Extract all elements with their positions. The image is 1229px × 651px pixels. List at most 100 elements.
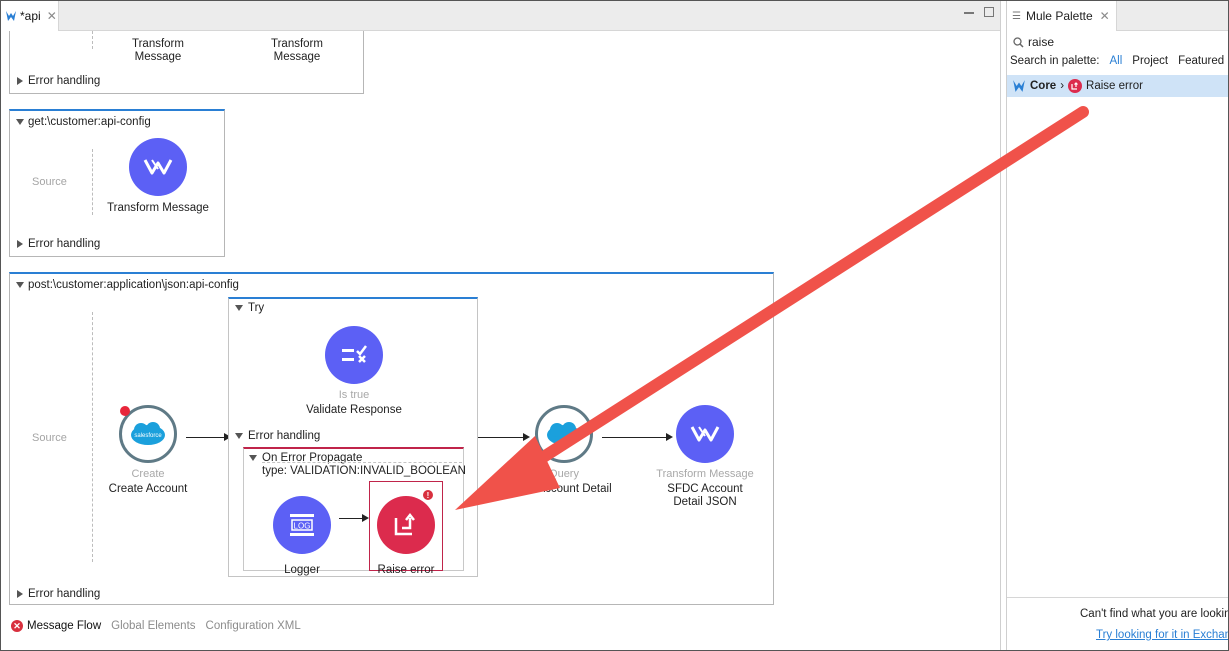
expand-icon [17, 240, 23, 248]
tab-message-flow[interactable]: ✕ Message Flow [11, 620, 101, 632]
node-sub: Create [131, 468, 165, 480]
node-name: Transform Message [271, 38, 323, 63]
maximize-icon[interactable] [984, 7, 994, 17]
node-name: Create Account [108, 483, 188, 495]
on-error-propagate[interactable]: On Error Propagate type: VALIDATION:INVA… [243, 447, 466, 576]
editor-tab-title: *api [20, 9, 41, 23]
flow-title[interactable]: get:\customer:api-config [16, 116, 151, 128]
transform-message-node[interactable]: Transform Message [88, 138, 228, 215]
filter-featured[interactable]: Featured [1178, 55, 1224, 67]
source-label: Source [32, 432, 67, 444]
tab-configuration-xml[interactable]: Configuration XML [206, 620, 301, 632]
create-account-node[interactable]: salesforce Create Create Account [78, 405, 218, 496]
mule-logo-icon [1013, 80, 1025, 92]
node-name: Validate Response [306, 404, 402, 416]
palette-menu-icon: ☰ [1012, 10, 1021, 22]
collapse-icon [235, 433, 243, 439]
error-handling-label: Error handling [248, 430, 321, 442]
breakpoint-icon[interactable] [120, 406, 130, 416]
editor-tabbar: *api ✕ [1, 1, 1000, 31]
raise-error-icon [377, 496, 435, 554]
exchange-link[interactable]: Try looking for it in Exchange [1096, 629, 1228, 641]
flow-1[interactable]: Transform Message Transform Message Erro… [9, 31, 364, 94]
try-error-handling[interactable]: Error handling [235, 430, 320, 442]
node-sub: Is true [338, 389, 370, 401]
node-name: Transform Message [107, 202, 209, 214]
expand-icon [17, 590, 23, 598]
flow1-transform-2[interactable]: Transform Message [247, 38, 347, 64]
mule-palette-panel: ☰ Mule Palette ✕ raise Search in palette… [1006, 1, 1228, 650]
search-in-label: Search in palette: [1010, 55, 1100, 67]
search-input[interactable]: raise [1028, 35, 1054, 49]
close-icon[interactable]: ✕ [47, 9, 57, 23]
flow-title[interactable]: post:\customer:application\json:api-conf… [16, 279, 239, 291]
flow1-error-handling[interactable]: Error handling [17, 75, 100, 87]
node-name: SFDC Account [667, 483, 743, 495]
flow-editor: *api ✕ Transform Message Transform Messa… [1, 1, 1001, 650]
node-sub: Query [549, 468, 579, 480]
flow-title-text: post:\customer:application\json:api-conf… [28, 279, 239, 291]
palette-tab[interactable]: ☰ Mule Palette ✕ [1007, 1, 1117, 31]
raise-error-icon [1068, 79, 1083, 93]
error-handling-label: Error handling [28, 238, 101, 250]
mule-logo-icon [6, 11, 16, 21]
try-label: Try [248, 302, 265, 314]
transform-message-icon [129, 138, 187, 196]
query-node[interactable]: Query Get Account Detail [494, 405, 634, 496]
node-sub: Transform Message [656, 468, 754, 480]
palette-result-raise-error[interactable]: Core › Raise error [1007, 75, 1228, 97]
node-name: Raise error [377, 564, 435, 576]
tab-global-elements[interactable]: Global Elements [111, 620, 195, 632]
node-name: Transform Message [132, 38, 184, 63]
logger-icon-text: LOG [294, 522, 311, 531]
divider [262, 462, 462, 463]
palette-footer-text: Can't find what you are looking [1080, 608, 1228, 620]
validate-node[interactable]: Is true Validate Response [284, 326, 424, 417]
error-handling-label: Error handling [28, 588, 101, 600]
transform-message-node[interactable]: Transform Message SFDC Account Detail JS… [635, 405, 775, 509]
on-error-type: type: VALIDATION:INVALID_BOOLEAN [262, 465, 466, 477]
salesforce-icon [535, 405, 593, 463]
node-name: Get Account Detail [516, 483, 612, 495]
flow-arrow [186, 437, 226, 438]
error-handling-label: Error handling [28, 75, 101, 87]
error-badge-icon: ! [422, 489, 434, 501]
flow1-transform-1[interactable]: Transform Message [108, 38, 208, 64]
minimize-icon[interactable] [964, 10, 974, 14]
palette-tab-title: Mule Palette [1025, 9, 1093, 23]
palette-search[interactable]: raise [1013, 35, 1054, 49]
source-label: Source [32, 176, 67, 188]
collapse-icon [235, 305, 243, 311]
filter-project[interactable]: Project [1132, 55, 1168, 67]
flow3-error-handling[interactable]: Error handling [17, 588, 100, 600]
palette-filter: Search in palette: All Project Featured [1010, 55, 1224, 67]
editor-bottom-tabs: ✕ Message Flow Global Elements Configura… [11, 620, 301, 632]
salesforce-icon-text: salesforce [134, 433, 162, 439]
filter-all[interactable]: All [1110, 55, 1123, 67]
palette-footer: Can't find what you are looking Try look… [1007, 597, 1228, 641]
transform-message-icon [676, 405, 734, 463]
search-icon [1013, 36, 1024, 48]
expand-icon [17, 77, 23, 85]
raise-error-node[interactable]: Raise error [336, 496, 476, 577]
flow-get-customer[interactable]: get:\customer:api-config Source Transfor… [9, 109, 225, 257]
logger-icon: LOG [273, 496, 331, 554]
node-name-line2: Detail JSON [673, 496, 737, 508]
flow-title-text: get:\customer:api-config [28, 116, 151, 128]
close-icon[interactable]: ✕ [1100, 9, 1110, 23]
error-icon: ✕ [11, 620, 23, 632]
flow2-error-handling[interactable]: Error handling [17, 238, 100, 250]
result-item: Raise error [1086, 80, 1143, 92]
result-module: Core [1030, 80, 1057, 92]
try-title[interactable]: Try [235, 302, 264, 314]
collapse-icon [16, 282, 24, 288]
flow-post-customer[interactable]: post:\customer:application\json:api-conf… [9, 272, 774, 605]
collapse-icon [249, 455, 257, 461]
validation-icon [325, 326, 383, 384]
collapse-icon [16, 119, 24, 125]
editor-tab-api[interactable]: *api ✕ [1, 1, 59, 31]
result-separator: › [1060, 80, 1065, 92]
try-scope[interactable]: Try Is true Validate Response Error hand… [228, 297, 478, 577]
palette-tabbar: ☰ Mule Palette ✕ [1007, 1, 1228, 31]
tab-label: Message Flow [27, 620, 102, 632]
